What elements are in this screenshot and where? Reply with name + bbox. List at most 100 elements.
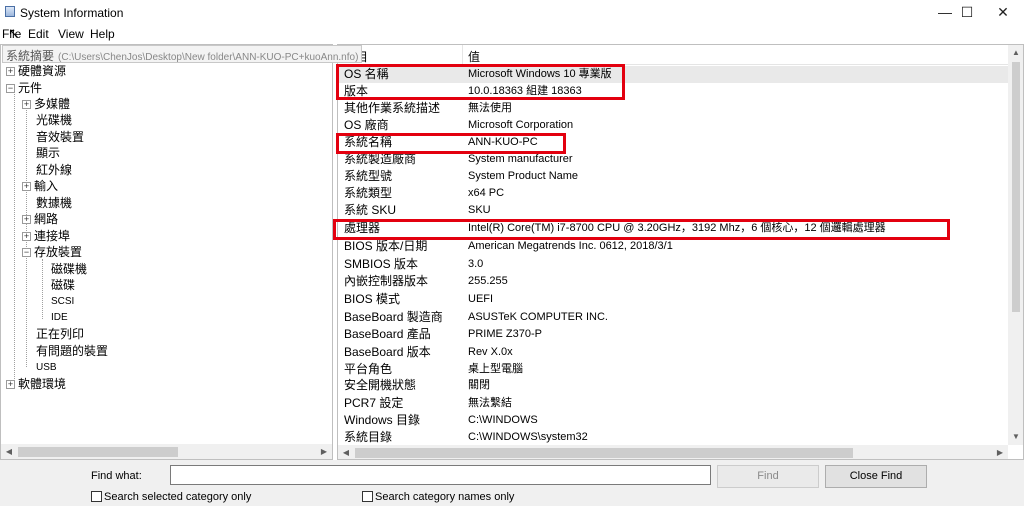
expand-icon[interactable]: + xyxy=(22,215,31,224)
tree-item-printing[interactable]: 正在列印 xyxy=(36,326,84,342)
tree-horizontal-scrollbar[interactable]: ◀ ▶ xyxy=(1,444,332,459)
table-row[interactable]: SMBIOS 版本 3.0 xyxy=(338,256,1008,273)
search-category-names-checkbox[interactable]: Search category names only xyxy=(362,491,514,503)
scroll-right-icon[interactable]: ▶ xyxy=(992,445,1008,459)
tree-item-label: 軟體環境 xyxy=(18,377,67,391)
tree-item-modem[interactable]: 數據機 xyxy=(36,195,72,211)
category-tree[interactable]: + 硬體資源 − 元件 + 多媒體 光碟機 音效裝置 顯示 紅外線 + 輸入 數據機 +… xyxy=(0,44,333,460)
close-window-button[interactable]: ✕ xyxy=(980,0,1024,24)
search-selected-category-checkbox[interactable]: Search selected category only xyxy=(91,491,251,503)
table-row[interactable]: 平台角色 桌上型電腦 xyxy=(338,361,1008,378)
menu-view[interactable]: View xyxy=(58,27,84,41)
table-row[interactable]: 其他作業系統描述 無法使用 xyxy=(338,100,1008,117)
details-vertical-scrollbar[interactable]: ▲ ▼ xyxy=(1008,45,1023,445)
tree-item-label: 多媒體 xyxy=(34,97,71,111)
table-row[interactable]: Windows 目錄 C:\WINDOWS xyxy=(338,412,1008,429)
scroll-down-icon[interactable]: ▼ xyxy=(1008,429,1023,445)
tree-item-disks[interactable]: 磁碟 xyxy=(51,277,75,293)
tree-item-hardware-resources[interactable]: + 硬體資源 xyxy=(6,63,66,79)
table-row[interactable]: 系統型號 System Product Name xyxy=(338,168,1008,185)
table-row[interactable]: 系統 SKU SKU xyxy=(338,202,1008,219)
tree-connector xyxy=(42,259,43,319)
scroll-right-icon[interactable]: ▶ xyxy=(316,444,332,459)
scrollbar-thumb[interactable] xyxy=(18,447,178,457)
system-information-app-icon xyxy=(5,6,15,17)
tree-item-cd-rom[interactable]: 光碟機 xyxy=(36,112,72,128)
expand-icon[interactable]: + xyxy=(6,67,15,76)
column-separator[interactable] xyxy=(462,45,463,65)
tree-item-drives[interactable]: 磁碟機 xyxy=(51,261,87,277)
scroll-up-icon[interactable]: ▲ xyxy=(1008,45,1023,61)
expand-icon[interactable]: + xyxy=(22,182,31,191)
table-row[interactable]: BIOS 版本/日期 American Megatrends Inc. 0612,… xyxy=(338,238,1008,255)
find-what-input[interactable] xyxy=(170,465,711,485)
table-row[interactable]: 系統類型 x64 PC xyxy=(338,185,1008,202)
tree-item-software-environment[interactable]: + 軟體環境 xyxy=(6,376,66,392)
expand-icon[interactable]: + xyxy=(22,100,31,109)
scroll-left-icon[interactable]: ◀ xyxy=(1,444,17,459)
menu-edit[interactable]: Edit xyxy=(28,27,49,41)
row-item: 系統類型 xyxy=(344,186,393,200)
row-value: 無法繫結 xyxy=(468,397,512,409)
row-value: 255.255 xyxy=(468,275,508,287)
tree-root-tooltip: 系統摘要 (C:\Users\ChenJos\Desktop\New folder… xyxy=(2,45,363,63)
row-item: BaseBoard 版本 xyxy=(344,345,431,359)
tree-item-label: 光碟機 xyxy=(36,113,73,127)
row-item: 系統 SKU xyxy=(344,203,397,217)
tree-item-label: 紅外線 xyxy=(36,163,73,177)
tree-item-network[interactable]: + 網路 xyxy=(22,211,58,227)
row-value: ASUSTeK COMPUTER INC. xyxy=(468,311,608,323)
details-pane[interactable]: 項目 值 OS 名稱Microsoft Windows 10 專業版 版本10.… xyxy=(337,44,1024,460)
table-row[interactable]: BaseBoard 製造商 ASUSTeK COMPUTER INC. xyxy=(338,309,1008,326)
row-value: 無法使用 xyxy=(468,102,512,114)
scrollbar-thumb[interactable] xyxy=(355,448,853,458)
tree-item-problem-devices[interactable]: 有問題的裝置 xyxy=(36,343,108,359)
tree-item-input[interactable]: + 輸入 xyxy=(22,178,58,194)
row-item: 安全開機狀態 xyxy=(344,378,417,392)
highlight-box-os xyxy=(336,64,625,100)
tree-item-usb[interactable]: USB xyxy=(36,360,57,376)
scrollbar-thumb[interactable] xyxy=(1012,62,1020,312)
expand-icon[interactable]: + xyxy=(6,380,15,389)
table-row[interactable]: 內嵌控制器版本 255.255 xyxy=(338,273,1008,290)
tree-item-label: 有問題的裝置 xyxy=(36,344,109,358)
column-header-value[interactable]: 值 xyxy=(468,48,480,65)
tree-item-display[interactable]: 顯示 xyxy=(36,145,60,161)
menu-help[interactable]: Help xyxy=(90,27,115,41)
title-bar: System Information — ☐ ✕ xyxy=(0,0,1024,24)
checkbox-icon[interactable] xyxy=(362,491,373,502)
details-horizontal-scrollbar[interactable]: ◀ ▶ xyxy=(338,445,1008,459)
tree-item-components[interactable]: − 元件 xyxy=(6,80,42,96)
table-row[interactable]: BIOS 模式 UEFI xyxy=(338,291,1008,308)
tree-item-infrared[interactable]: 紅外線 xyxy=(36,162,72,178)
expand-icon[interactable]: + xyxy=(22,232,31,241)
row-value: x64 PC xyxy=(468,187,505,199)
collapse-icon[interactable]: − xyxy=(22,248,31,257)
tree-item-scsi[interactable]: SCSI xyxy=(51,294,74,310)
find-button[interactable]: Find xyxy=(717,465,819,488)
checkbox-icon[interactable] xyxy=(91,491,102,502)
tree-item-label: 正在列印 xyxy=(36,327,85,341)
collapse-icon[interactable]: − xyxy=(6,84,15,93)
table-row[interactable]: OS 廠商 Microsoft Corporation xyxy=(338,117,1008,134)
row-item: PCR7 設定 xyxy=(344,396,404,410)
tree-item-sound-device[interactable]: 音效裝置 xyxy=(36,129,84,145)
row-item: Windows 目錄 xyxy=(344,413,421,427)
row-value: PRIME Z370-P xyxy=(468,328,542,340)
tree-item-multimedia[interactable]: + 多媒體 xyxy=(22,96,70,112)
tree-item-ide[interactable]: IDE xyxy=(51,310,68,326)
tree-item-label: 顯示 xyxy=(36,146,61,160)
table-row[interactable]: BaseBoard 版本 Rev X.0x xyxy=(338,344,1008,361)
column-header: 項目 值 xyxy=(338,45,1008,65)
row-value: Microsoft Corporation xyxy=(468,119,574,131)
table-row[interactable]: PCR7 設定 無法繫結 xyxy=(338,395,1008,412)
table-row[interactable]: BaseBoard 產品 PRIME Z370-P xyxy=(338,326,1008,343)
close-find-button[interactable]: Close Find xyxy=(825,465,927,488)
tree-item-storage[interactable]: − 存放裝置 xyxy=(22,244,82,260)
scroll-left-icon[interactable]: ◀ xyxy=(338,445,354,459)
find-bar: Find what: Find Close Find Search select… xyxy=(0,460,1024,506)
row-item: 其他作業系統描述 xyxy=(344,101,441,115)
table-row[interactable]: 安全開機狀態 關閉 xyxy=(338,377,1008,394)
table-row[interactable]: 系統目錄 C:\WINDOWS\system32 xyxy=(338,429,1008,446)
tree-item-ports[interactable]: + 連接埠 xyxy=(22,228,70,244)
